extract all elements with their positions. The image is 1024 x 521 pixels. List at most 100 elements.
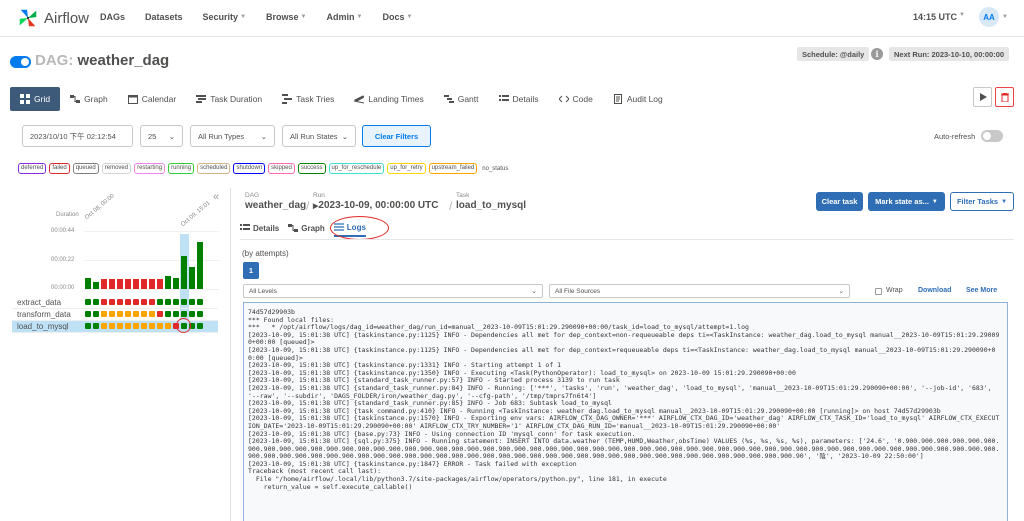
legend-item-running[interactable]: running xyxy=(168,163,195,174)
task-instance-cell[interactable] xyxy=(85,323,91,329)
tab-task-duration[interactable]: Task Duration xyxy=(186,87,272,111)
task-instance-cell[interactable] xyxy=(165,299,171,305)
task-instance-cell[interactable] xyxy=(85,299,91,305)
task-instance-cell[interactable] xyxy=(157,299,163,305)
task-instance-cell[interactable] xyxy=(125,323,131,329)
num-runs-select[interactable]: 25 ⌄ xyxy=(140,125,183,147)
dag-name[interactable]: weather_dag xyxy=(78,52,170,69)
dag-run-bar[interactable] xyxy=(141,279,147,289)
clear-task-button[interactable]: Clear task xyxy=(816,192,863,211)
dag-run-bar[interactable] xyxy=(197,241,203,289)
task-instance-cell[interactable] xyxy=(125,311,131,317)
legend-item-failed[interactable]: failed xyxy=(49,163,70,174)
tab-graph[interactable]: Graph xyxy=(60,87,118,111)
collapse-grid-icon[interactable]: « xyxy=(213,191,219,203)
auto-refresh-toggle[interactable] xyxy=(981,130,1003,142)
base-date-input[interactable]: 2023/10/10 下午 02:12:54 xyxy=(22,125,133,147)
task-instance-cell[interactable] xyxy=(149,299,155,305)
breadcrumb-task[interactable]: Task load_to_mysql xyxy=(456,192,526,211)
legend-item-deferred[interactable]: deferred xyxy=(18,163,47,174)
info-icon[interactable]: i xyxy=(871,48,883,60)
task-instance-cell[interactable] xyxy=(189,299,195,305)
dag-run-bar[interactable] xyxy=(165,276,171,289)
dag-run-bar[interactable] xyxy=(189,266,195,289)
task-instance-cell[interactable] xyxy=(165,323,171,329)
wrap-checkbox[interactable] xyxy=(875,288,882,295)
task-instance-cell[interactable] xyxy=(125,299,131,305)
log-output[interactable]: 74d57d29903b *** Found local files: *** * … xyxy=(243,302,1008,521)
dag-run-bar[interactable] xyxy=(117,279,123,289)
tab-audit-log[interactable]: Audit Log xyxy=(603,87,673,111)
task-label-transform-data[interactable]: transform_data xyxy=(17,310,71,319)
legend-item-upstream_failed[interactable]: upstream_failed xyxy=(428,163,478,174)
task-instance-cell[interactable] xyxy=(141,299,147,305)
task-instance-cell[interactable] xyxy=(197,311,203,317)
dag-run-bar[interactable] xyxy=(133,279,139,289)
task-instance-cell[interactable] xyxy=(93,323,99,329)
legend-item-no_status[interactable]: no_status xyxy=(480,165,510,173)
task-instance-cell[interactable] xyxy=(141,311,147,317)
legend-item-up_for_retry[interactable]: up_for_retry xyxy=(387,163,426,174)
task-label-extract-data[interactable]: extract_data xyxy=(17,298,61,307)
panel-divider[interactable] xyxy=(230,188,231,521)
dag-run-bar[interactable] xyxy=(101,279,107,289)
task-instance-cell[interactable] xyxy=(109,311,115,317)
breadcrumb-dag[interactable]: DAG weather_dag xyxy=(245,192,306,211)
chevron-down-icon[interactable]: ▼ xyxy=(1002,14,1008,20)
task-instance-cell[interactable] xyxy=(149,311,155,317)
task-instance-cell[interactable] xyxy=(109,323,115,329)
task-instance-cell[interactable] xyxy=(93,311,99,317)
attempt-button[interactable]: 1 xyxy=(243,262,259,279)
download-link[interactable]: Download xyxy=(918,287,951,294)
nav-item-dags[interactable]: DAGs xyxy=(100,12,125,22)
log-level-select[interactable]: All Levels ⌄ xyxy=(243,284,543,298)
task-instance-cell[interactable] xyxy=(157,311,163,317)
delete-dag-button[interactable] xyxy=(995,87,1014,107)
legend-item-scheduled[interactable]: scheduled xyxy=(197,163,231,174)
avatar[interactable]: AA xyxy=(979,7,999,27)
dag-run-bar[interactable] xyxy=(93,281,99,289)
task-instance-cell[interactable] xyxy=(173,299,179,305)
task-instance-cell[interactable] xyxy=(197,323,203,329)
legend-item-removed[interactable]: removed xyxy=(101,163,132,174)
brand[interactable]: Airflow xyxy=(17,7,89,29)
task-instance-cell[interactable] xyxy=(189,311,195,317)
see-more-link[interactable]: See More xyxy=(966,287,997,294)
trigger-dag-button[interactable] xyxy=(973,87,992,107)
task-instance-cell[interactable] xyxy=(101,299,107,305)
tab-calendar[interactable]: Calendar xyxy=(118,87,187,111)
task-instance-cell[interactable] xyxy=(149,323,155,329)
task-instance-cell[interactable] xyxy=(117,299,123,305)
dag-run-bar[interactable] xyxy=(157,279,163,289)
task-instance-cell[interactable] xyxy=(85,311,91,317)
legend-item-success[interactable]: success xyxy=(297,163,326,174)
task-instance-cell[interactable] xyxy=(109,299,115,305)
clear-filters-button[interactable]: Clear Filters xyxy=(362,125,431,147)
task-instance-cell[interactable] xyxy=(133,299,139,305)
tab-landing-times[interactable]: Landing Times xyxy=(344,87,433,111)
task-tab-graph[interactable]: Graph xyxy=(288,223,325,236)
task-instance-cell[interactable] xyxy=(141,323,147,329)
task-instance-cell[interactable] xyxy=(165,311,171,317)
run-states-select[interactable]: All Run States ⌄ xyxy=(282,125,356,147)
dag-run-bar[interactable] xyxy=(173,278,179,289)
tab-task-tries[interactable]: Task Tries xyxy=(272,87,344,111)
task-instance-cell[interactable] xyxy=(181,299,187,305)
log-source-select[interactable]: All File Sources ⌄ xyxy=(549,284,850,298)
task-instance-cell[interactable] xyxy=(173,311,179,317)
dag-run-bar[interactable] xyxy=(85,278,91,289)
filter-tasks-button[interactable]: Filter Tasks ▼ xyxy=(950,192,1014,211)
task-instance-cell[interactable] xyxy=(157,323,163,329)
nav-item-docs[interactable]: Docs ▼ xyxy=(382,12,412,22)
tab-details[interactable]: Details xyxy=(489,87,549,111)
legend-item-queued[interactable]: queued xyxy=(72,163,99,174)
tab-code[interactable]: Code xyxy=(549,87,603,111)
task-instance-cell[interactable] xyxy=(197,299,203,305)
dag-run-bar[interactable] xyxy=(181,256,187,289)
nav-item-browse[interactable]: Browse ▼ xyxy=(266,12,306,22)
task-instance-cell[interactable] xyxy=(117,323,123,329)
legend-item-skipped[interactable]: skipped xyxy=(268,163,295,174)
run-types-select[interactable]: All Run Types ⌄ xyxy=(190,125,275,147)
task-instance-cell[interactable] xyxy=(101,311,107,317)
task-tab-details[interactable]: Details xyxy=(240,223,279,236)
